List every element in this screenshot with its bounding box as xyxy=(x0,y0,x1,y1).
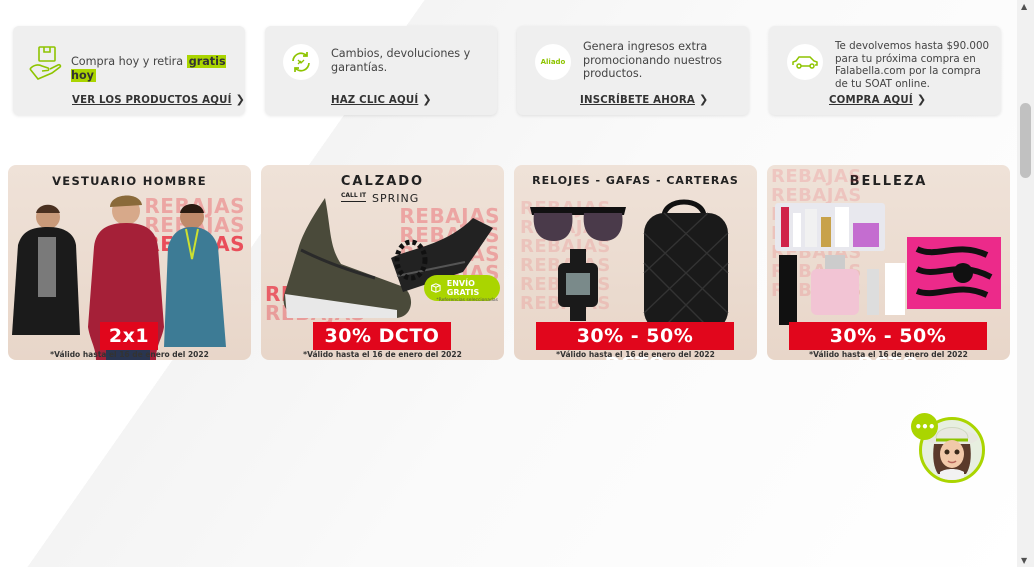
promo-vestuario-hombre[interactable]: VESTUARIO HOMBRE REBAJASREBAJASREBAJAS 2… xyxy=(8,165,251,360)
haz-clic-link[interactable]: HAZ CLIC AQUÍ ❯ xyxy=(331,93,432,106)
discount-badge: 30% - 50% DCTO xyxy=(536,322,734,360)
ver-productos-link[interactable]: VER LOS PRODUCTOS AQUÍ ❯ xyxy=(72,93,245,106)
promo-banners-row: VESTUARIO HOMBRE REBAJASREBAJASREBAJAS 2… xyxy=(8,165,1010,360)
info-card-soat: Te devolvemos hasta $90.000 para tu próx… xyxy=(769,26,1001,115)
info-card-pickup: Compra hoy y retira gratis hoy VER LOS P… xyxy=(13,26,245,115)
info-card-aliado: Aliado Genera ingresos extra promocionan… xyxy=(517,26,749,115)
chevron-right-icon: ❯ xyxy=(235,93,246,106)
info-cards-row: Compra hoy y retira gratis hoy VER LOS P… xyxy=(13,26,1001,115)
promo-title: CALZADO xyxy=(340,174,425,189)
validity-note: *Válido hasta el 16 de enero del 2022 xyxy=(303,350,462,359)
info-card-text: Compra hoy y retira gratis hoy xyxy=(71,55,226,82)
discount-badge: 30% - 50% DCTO xyxy=(789,322,987,360)
compra-aqui-link[interactable]: COMPRA AQUÍ ❯ xyxy=(829,93,926,106)
promo-relojes-gafas-carteras[interactable]: RELOJES - GAFAS - CARTERAS REBAJASREBAJA… xyxy=(514,165,757,360)
promo-calzado[interactable]: CALZADO CALL IT SPRING REBAJASREBAJASREB… xyxy=(261,165,504,360)
validity-note: *Válido hasta el 16 de enero del 2022 xyxy=(556,350,715,359)
info-card-text: Genera ingresos extra promocionando nues… xyxy=(583,40,722,80)
chevron-right-icon: ❯ xyxy=(422,93,432,106)
products-image xyxy=(514,193,757,333)
vertical-scrollbar[interactable]: ▲ ▼ xyxy=(1017,0,1034,567)
shoes-image xyxy=(261,190,504,340)
promo-belleza[interactable]: BELLEZA REBAJASREBAJASREBAJASREBAJASREBA… xyxy=(767,165,1010,360)
info-card-text: Te devolvemos hasta $90.000 para tu próx… xyxy=(835,40,990,90)
validity-note: *Válido hasta el 16 de enero del 2022 xyxy=(50,350,209,359)
car-icon xyxy=(787,44,823,80)
cosmetics-image xyxy=(767,199,1010,334)
inscribete-link[interactable]: INSCRÍBETE AHORA ❯ xyxy=(580,93,708,106)
scrollbar-thumb[interactable] xyxy=(1020,103,1031,178)
shipping-note: *Referencias seleccionadas xyxy=(436,298,498,303)
discount-badge: 2x1 xyxy=(100,322,158,350)
scroll-down-arrow-icon[interactable]: ▼ xyxy=(1021,556,1027,565)
validity-note: *Válido hasta el 16 de enero del 2022 xyxy=(809,350,968,359)
promo-title: VESTUARIO HOMBRE xyxy=(52,174,207,188)
chevron-right-icon: ❯ xyxy=(698,93,709,106)
chevron-right-icon: ❯ xyxy=(916,93,927,106)
discount-badge: 30% DCTO xyxy=(313,322,451,350)
chat-bubble-icon[interactable]: ••• xyxy=(911,413,938,440)
scroll-up-arrow-icon[interactable]: ▲ xyxy=(1021,2,1027,11)
promo-title: RELOJES - GAFAS - CARTERAS xyxy=(532,174,739,187)
refresh-arrows-icon xyxy=(283,44,319,80)
aliado-logo-icon: Aliado xyxy=(535,44,571,80)
hand-box-icon xyxy=(25,42,67,84)
box-icon xyxy=(431,283,441,293)
info-card-returns: Cambios, devoluciones y garantías. HAZ C… xyxy=(265,26,497,115)
info-card-text: Cambios, devoluciones y garantías. xyxy=(331,47,471,74)
